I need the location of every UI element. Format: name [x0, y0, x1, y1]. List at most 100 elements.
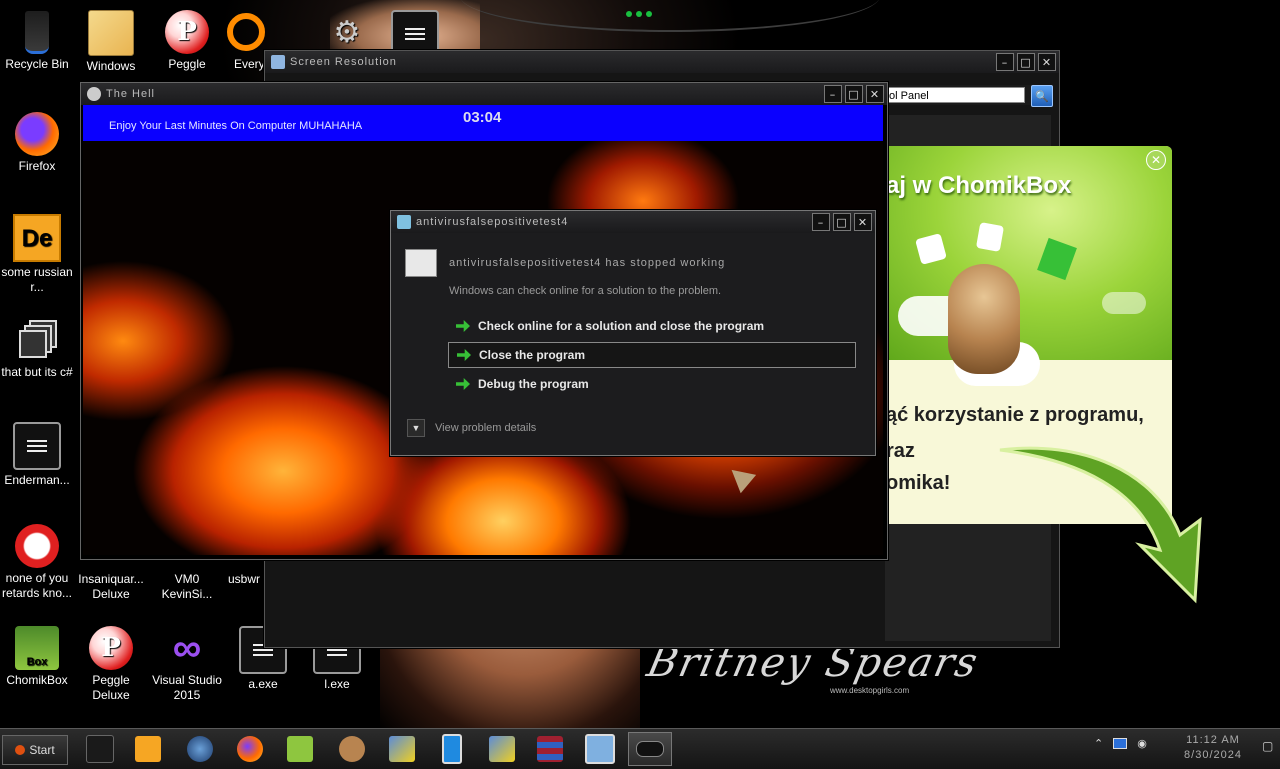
error-subtext: Windows can check online for a solution … — [449, 285, 722, 297]
hamster-mascot — [948, 264, 1020, 374]
window-title: Screen Resolution — [290, 56, 397, 68]
chevron-up-icon[interactable]: ⌃ — [1094, 737, 1103, 750]
titlebar[interactable]: antivirusfalsepositivetest4 – □ ✕ — [391, 211, 875, 233]
error-heading: antivirusfalsepositivetest4 has stopped … — [449, 257, 726, 269]
close-icon[interactable]: ✕ — [1146, 150, 1166, 170]
app-icon — [87, 87, 101, 101]
taskbar-item-hamster[interactable] — [330, 732, 374, 766]
desktop-icon-label: Recycle Bin — [5, 57, 69, 71]
desktop-icon-enderman[interactable]: Enderman... — [0, 422, 74, 488]
green-arrow-icon — [999, 446, 1202, 604]
dino-icon — [15, 524, 59, 568]
hell-message: Enjoy Your Last Minutes On Computer MUHA… — [109, 120, 363, 132]
desktop-icon-russian[interactable]: De some russian r... — [0, 214, 74, 295]
taskbar-item-gamepad[interactable] — [628, 732, 672, 766]
view-details-toggle[interactable]: ▼ View problem details — [407, 419, 536, 437]
titlebar[interactable]: Screen Resolution – □ ✕ — [265, 51, 1059, 73]
photo-icon — [975, 222, 1005, 252]
desktop-icon-windows[interactable]: Windows — [74, 10, 148, 74]
chomikbox-icon — [287, 736, 313, 762]
close-button[interactable]: ✕ — [866, 85, 884, 103]
firefox-icon — [237, 736, 263, 762]
ad-text-line2: raz — [886, 440, 915, 462]
taskbar-item-monitor[interactable] — [578, 732, 622, 766]
network-icon[interactable] — [1113, 738, 1128, 749]
titlebar[interactable]: The Hell – □ ✕ — [81, 83, 887, 105]
desktop-icon-firefox[interactable]: Firefox — [0, 112, 74, 174]
globe-icon — [187, 736, 213, 762]
minimize-button[interactable]: – — [812, 213, 830, 231]
taskbar-item-media[interactable] — [126, 732, 170, 766]
visual-studio-icon: ∞ — [172, 625, 202, 670]
photo-icon — [915, 233, 947, 265]
hell-banner: Enjoy Your Last Minutes On Computer MUHA… — [83, 105, 883, 141]
desktop-icon-visual-studio[interactable]: ∞ Visual Studio 2015 — [150, 626, 224, 703]
debug-program-option[interactable]: Debug the program — [448, 371, 856, 397]
desktop-icon-peggle-deluxe[interactable]: P Peggle Deluxe — [74, 626, 148, 703]
option-label: Check online for a solution and close th… — [478, 319, 765, 333]
taskbar-item-warning-2[interactable] — [480, 732, 524, 766]
taskbar-item-firefox[interactable] — [228, 732, 272, 766]
desktop-icon-label: Firefox — [18, 159, 56, 173]
desktop-icon-none-of-you[interactable]: none of you retards kno... — [0, 524, 74, 601]
countdown-timer: 03:04 — [463, 109, 502, 126]
ad-title: aj w ChomikBox — [886, 172, 1072, 199]
notification-icon[interactable]: ▢ — [1262, 739, 1273, 753]
phone-icon — [442, 734, 462, 764]
desktop-icon-label: a.exe — [248, 677, 278, 691]
media-player-icon — [135, 736, 161, 762]
taskbar-item-globe[interactable] — [178, 732, 222, 766]
check-online-option[interactable]: Check online for a solution and close th… — [448, 313, 856, 339]
wallpaper-credit: www.desktopgirls.com — [830, 686, 910, 695]
close-button[interactable]: ✕ — [1038, 53, 1056, 71]
maximize-button[interactable]: □ — [845, 85, 863, 103]
search-icon[interactable]: 🔍 — [1031, 85, 1053, 107]
desktop-icon-csharp[interactable]: that but its c# — [0, 318, 74, 380]
close-button[interactable]: ✕ — [854, 213, 872, 231]
desktop-icon-vm0[interactable]: VM0 KevinSi... — [150, 572, 224, 602]
firefox-icon — [15, 112, 59, 156]
taskbar-item-cmd[interactable] — [78, 732, 122, 766]
desktop-icon-label: usbwr — [227, 572, 260, 586]
taskbar-item-phone[interactable] — [430, 732, 474, 766]
peggle-icon: P — [165, 10, 209, 54]
desktop-icon-chomikbox[interactable]: Box ChomikBox — [0, 626, 74, 688]
start-button[interactable]: Start — [2, 735, 68, 765]
cloud-icon — [1102, 292, 1146, 314]
desktop-icon-usbwr[interactable]: usbwr — [222, 572, 266, 587]
chomikbox-icon: Box — [15, 626, 59, 670]
desktop-icon-label: none of you retards kno... — [1, 571, 73, 600]
taskbar: Start ⌃ ◉ 11:12 AM 8/30/2024 ▢ — [0, 728, 1280, 769]
taskbar-item-chomikbox[interactable] — [278, 732, 322, 766]
green-arrow-icon — [456, 378, 470, 390]
hamster-icon — [339, 736, 365, 762]
desktop-icon-insaniquarium[interactable]: Insaniquar... Deluxe — [74, 572, 148, 602]
ad-text-line3: omika! — [886, 472, 951, 494]
option-label: Close the program — [479, 348, 586, 362]
desktop-icon-label: VM0 KevinSi... — [161, 572, 213, 601]
search-input[interactable]: ol Panel — [885, 87, 1025, 103]
wallpaper-arc — [460, 0, 880, 32]
minimize-button[interactable]: – — [996, 53, 1014, 71]
clock-date: 8/30/2024 — [1184, 749, 1242, 761]
desktop-icon-everything[interactable]: Every — [224, 10, 268, 72]
warning-app-icon — [489, 736, 515, 762]
green-arrow-icon — [456, 320, 470, 332]
desktop-icon-peggle[interactable]: P Peggle — [150, 10, 224, 72]
taskbar-item-warning[interactable] — [380, 732, 424, 766]
copies-icon — [15, 318, 59, 362]
clock-time: 11:12 AM — [1186, 734, 1240, 746]
error-dialog[interactable]: antivirusfalsepositivetest4 – □ ✕ antivi… — [390, 210, 876, 456]
chevron-down-icon: ▼ — [407, 419, 425, 437]
winrar-icon — [537, 736, 563, 762]
desktop-icon-recycle-bin[interactable]: Recycle Bin — [0, 10, 74, 72]
maximize-button[interactable]: □ — [833, 213, 851, 231]
desktop-icon-label: some russian r... — [1, 265, 73, 294]
ad-banner: aj w ChomikBox — [870, 146, 1172, 386]
minimize-button[interactable]: – — [824, 85, 842, 103]
clock[interactable]: 11:12 AM 8/30/2024 — [1168, 733, 1258, 763]
maximize-button[interactable]: □ — [1017, 53, 1035, 71]
speaker-icon[interactable]: ◉ — [1137, 737, 1147, 750]
close-program-option[interactable]: Close the program — [448, 342, 856, 368]
taskbar-item-winrar[interactable] — [528, 732, 572, 766]
